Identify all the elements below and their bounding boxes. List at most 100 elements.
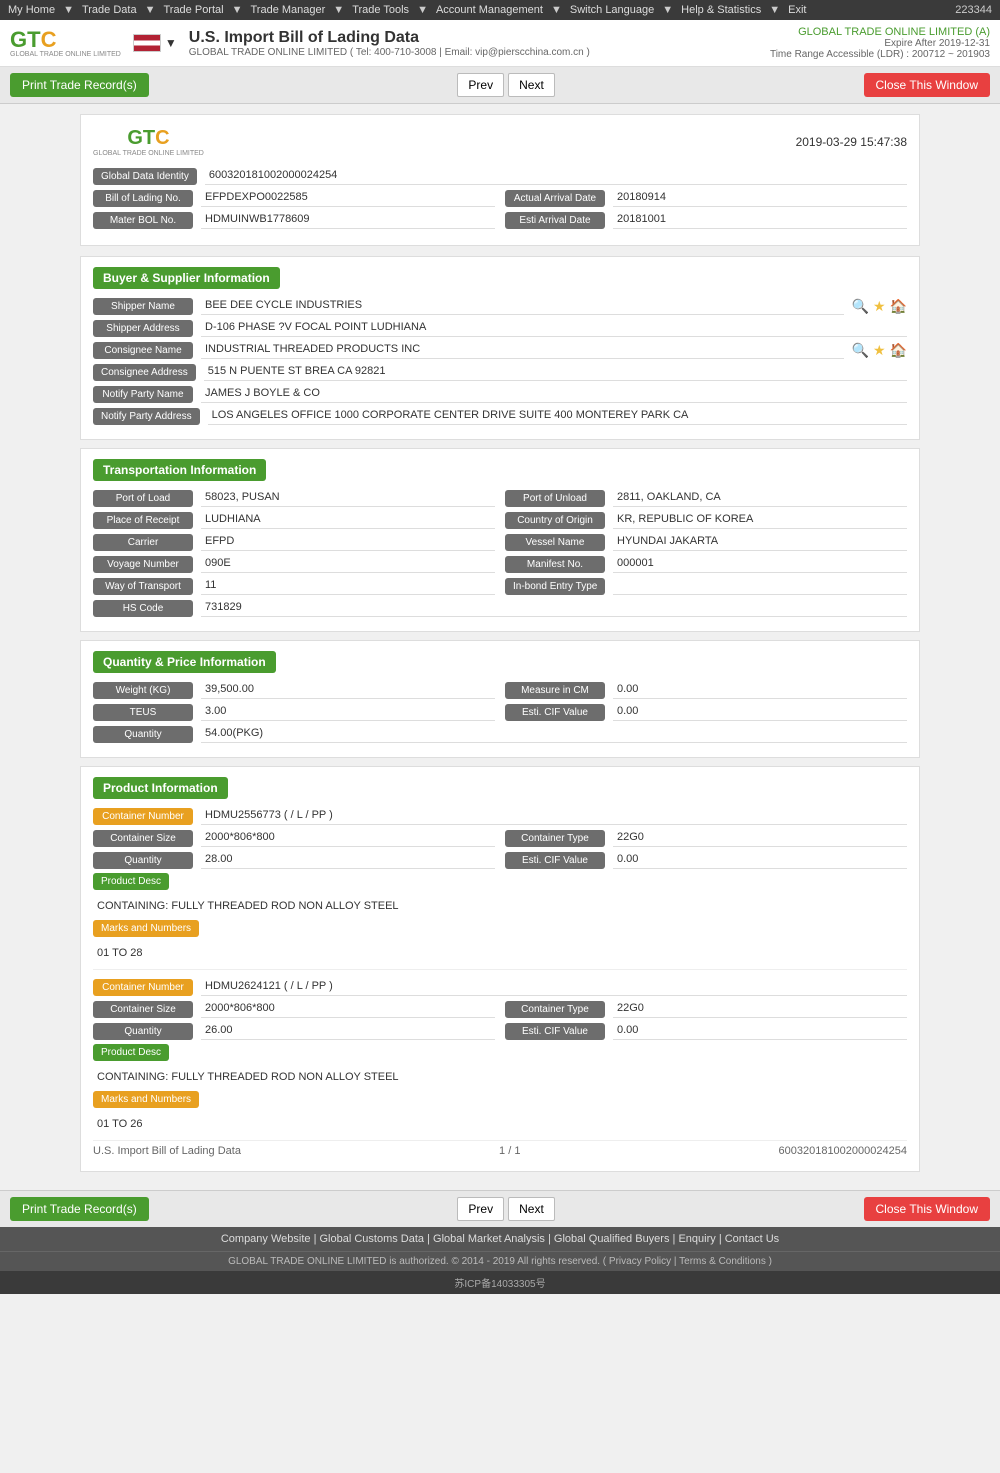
- logo-area: GTC GLOBAL TRADE ONLINE LIMITED: [10, 29, 121, 58]
- voyage-number-value: 090E: [201, 555, 495, 573]
- nav-account-mgmt[interactable]: Account Management: [436, 4, 543, 16]
- way-of-transport-label: Way of Transport: [93, 578, 193, 595]
- esti-arrival-label: Esti Arrival Date: [505, 212, 605, 229]
- qty-cif-1-row: Quantity 28.00 Esti. CIF Value 0.00: [93, 851, 907, 869]
- country-of-origin-label: Country of Origin: [505, 512, 605, 529]
- footer-link-market[interactable]: Global Market Analysis: [433, 1233, 545, 1245]
- shipper-star-icon[interactable]: ★: [873, 298, 886, 315]
- logo-sub: GLOBAL TRADE ONLINE LIMITED: [10, 51, 121, 58]
- master-bol-label: Mater BOL No.: [93, 212, 193, 229]
- header-subtitle: GLOBAL TRADE ONLINE LIMITED ( Tel: 400-7…: [189, 47, 758, 58]
- port-of-load-label: Port of Load: [93, 490, 193, 507]
- marks-1-btn[interactable]: Marks and Numbers: [93, 920, 199, 937]
- port-load-unload-row: Port of Load 58023, PUSAN Port of Unload…: [93, 489, 907, 507]
- teus-cif-row: TEUS 3.00 Esti. CIF Value 0.00: [93, 703, 907, 721]
- nav-help-stats[interactable]: Help & Statistics: [681, 4, 761, 16]
- notify-party-name-row: Notify Party Name JAMES J BOYLE & CO: [93, 385, 907, 403]
- actual-arrival-value: 20180914: [613, 189, 907, 207]
- master-bol-row: Mater BOL No. HDMUINWB1778609 Esti Arriv…: [93, 211, 907, 229]
- notify-party-name-label: Notify Party Name: [93, 386, 193, 403]
- footer-link-enquiry[interactable]: Enquiry: [678, 1233, 715, 1245]
- record-timestamp: 2019-03-29 15:47:38: [796, 135, 907, 149]
- vessel-name-label: Vessel Name: [505, 534, 605, 551]
- nav-switch-lang[interactable]: Switch Language: [570, 4, 654, 16]
- shipper-search-icon[interactable]: 🔍: [852, 298, 869, 315]
- footer-link-company[interactable]: Company Website: [221, 1233, 311, 1245]
- prev-button[interactable]: Prev: [457, 73, 504, 97]
- carrier-vessel-row: Carrier EFPD Vessel Name HYUNDAI JAKARTA: [93, 533, 907, 551]
- bottom-next-button[interactable]: Next: [508, 1197, 555, 1221]
- footer-link-customs[interactable]: Global Customs Data: [320, 1233, 425, 1245]
- top-action-bar: Print Trade Record(s) Prev Next Close Th…: [0, 67, 1000, 104]
- product-desc-2-btn[interactable]: Product Desc: [93, 1044, 169, 1061]
- actual-arrival-col: Actual Arrival Date 20180914: [505, 189, 907, 207]
- container-type-1-label: Container Type: [505, 830, 605, 847]
- footer-links: Company Website | Global Customs Data | …: [0, 1227, 1000, 1251]
- consignee-search-icon[interactable]: 🔍: [852, 342, 869, 359]
- bottom-close-button[interactable]: Close This Window: [864, 1197, 990, 1221]
- footer-copyright: GLOBAL TRADE ONLINE LIMITED is authorize…: [0, 1251, 1000, 1271]
- close-button[interactable]: Close This Window: [864, 73, 990, 97]
- container-size-type-1-row: Container Size 2000*806*800 Container Ty…: [93, 829, 907, 847]
- header-right: GLOBAL TRADE ONLINE LIMITED (A) Expire A…: [770, 26, 990, 60]
- measure-cm-value: 0.00: [613, 681, 907, 699]
- product-1: Container Number HDMU2556773 ( / L / PP …: [93, 807, 907, 961]
- container-type-2-value: 22G0: [613, 1000, 907, 1018]
- buyer-supplier-section: Buyer & Supplier Information Shipper Nam…: [80, 256, 920, 440]
- teus-label: TEUS: [93, 704, 193, 721]
- quantity-1-label: Quantity: [93, 852, 193, 869]
- container-number-1-row: Container Number HDMU2556773 ( / L / PP …: [93, 807, 907, 825]
- bottom-action-bar: Print Trade Record(s) Prev Next Close Th…: [0, 1190, 1000, 1227]
- bottom-print-button[interactable]: Print Trade Record(s): [10, 1197, 149, 1221]
- record-footer-center: 1 / 1: [499, 1145, 520, 1157]
- consignee-home-icon[interactable]: 🏠: [890, 342, 907, 359]
- record-footer-right: 600320181002000024254: [779, 1145, 907, 1157]
- flag-dropdown-icon[interactable]: ▼: [165, 36, 177, 50]
- port-of-unload-label: Port of Unload: [505, 490, 605, 507]
- nav-trade-data[interactable]: Trade Data: [82, 4, 137, 16]
- flag-area[interactable]: ▼: [133, 34, 177, 52]
- bol-no-label: Bill of Lading No.: [93, 190, 193, 207]
- product-info-header: Product Information: [93, 777, 228, 799]
- shipper-name-value: BEE DEE CYCLE INDUSTRIES: [201, 297, 844, 315]
- record-header-card: GTC GLOBAL TRADE ONLINE LIMITED 2019-03-…: [80, 114, 920, 246]
- transportation-section: Transportation Information Port of Load …: [80, 448, 920, 632]
- product-desc-1-btn[interactable]: Product Desc: [93, 873, 169, 890]
- record-logo-sub: GLOBAL TRADE ONLINE LIMITED: [93, 150, 204, 157]
- nav-my-home[interactable]: My Home: [8, 4, 55, 16]
- nav-trade-tools[interactable]: Trade Tools: [352, 4, 409, 16]
- shipper-home-icon[interactable]: 🏠: [890, 298, 907, 315]
- esti-cif-2-label: Esti. CIF Value: [505, 1023, 605, 1040]
- nav-trade-portal[interactable]: Trade Portal: [163, 4, 223, 16]
- container-number-2-label: Container Number: [93, 979, 193, 996]
- notify-party-address-value: LOS ANGELES OFFICE 1000 CORPORATE CENTER…: [208, 407, 907, 425]
- us-flag-icon: [133, 34, 161, 52]
- marks-2-btn[interactable]: Marks and Numbers: [93, 1091, 199, 1108]
- nav-trade-manager[interactable]: Trade Manager: [250, 4, 325, 16]
- place-of-receipt-value: LUDHIANA: [201, 511, 495, 529]
- header-bar: GTC GLOBAL TRADE ONLINE LIMITED ▼ U.S. I…: [0, 20, 1000, 67]
- next-button[interactable]: Next: [508, 73, 555, 97]
- bottom-prev-button[interactable]: Prev: [457, 1197, 504, 1221]
- consignee-star-icon[interactable]: ★: [873, 342, 886, 359]
- global-data-identity-label: Global Data Identity: [93, 168, 197, 185]
- footer-link-contact[interactable]: Contact Us: [725, 1233, 779, 1245]
- nav-exit[interactable]: Exit: [788, 4, 806, 16]
- container-number-1-value: HDMU2556773 ( / L / PP ): [201, 807, 907, 825]
- quantity-1-value: 28.00: [201, 851, 495, 869]
- footer-link-buyers[interactable]: Global Qualified Buyers: [554, 1233, 670, 1245]
- container-type-1-value: 22G0: [613, 829, 907, 847]
- consignee-name-label: Consignee Name: [93, 342, 193, 359]
- user-id: 223344: [955, 4, 992, 16]
- global-data-identity-row: Global Data Identity 6003201810020000242…: [93, 167, 907, 185]
- time-range: Time Range Accessible (LDR) : 200712 ~ 2…: [770, 49, 990, 60]
- port-of-load-value: 58023, PUSAN: [201, 489, 495, 507]
- container-size-1-label: Container Size: [93, 830, 193, 847]
- quantity-price-header: Quantity & Price Information: [93, 651, 276, 673]
- carrier-value: EFPD: [201, 533, 495, 551]
- print-record-button[interactable]: Print Trade Record(s): [10, 73, 149, 97]
- quantity-price-section: Quantity & Price Information Weight (KG)…: [80, 640, 920, 758]
- nav-buttons: Prev Next: [457, 73, 554, 97]
- esti-cif-1-label: Esti. CIF Value: [505, 852, 605, 869]
- container-number-2-value: HDMU2624121 ( / L / PP ): [201, 978, 907, 996]
